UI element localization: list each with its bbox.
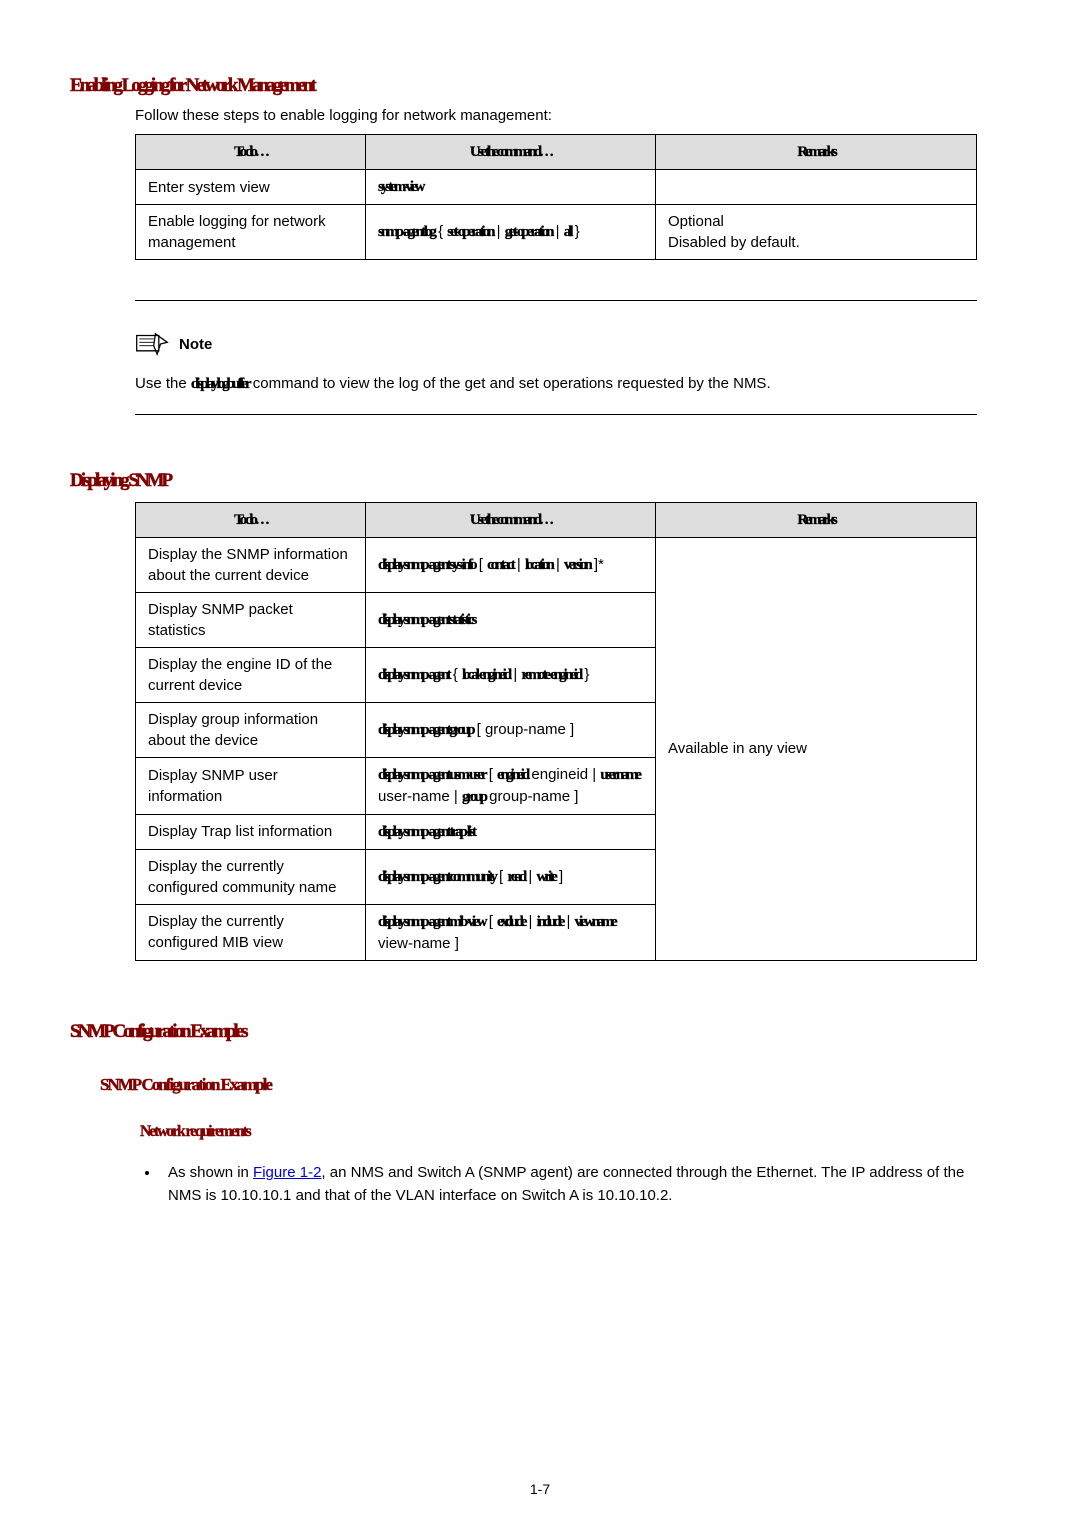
th-todo: To do… xyxy=(136,502,366,537)
table-row: Display the SNMP information about the c… xyxy=(136,537,977,592)
cell-command: display snmp-agent group [ group-name ] xyxy=(366,702,656,757)
th-remarks: Remarks xyxy=(656,135,977,170)
table-row: Enter system view system-view xyxy=(136,170,977,205)
cell-remarks: Available in any view xyxy=(656,537,977,960)
figure-link[interactable]: Figure 1-2 xyxy=(253,1164,321,1181)
cell-command: display snmp-agent usm-user [ engineid e… xyxy=(366,757,656,814)
intro-text: Follow these steps to enable logging for… xyxy=(135,107,985,124)
requirements-list: As shown in Figure 1-2, an NMS and Switc… xyxy=(160,1161,985,1208)
cell-todo: Display SNMP packet statistics xyxy=(136,592,366,647)
logging-table: To do… Use the command… Remarks Enter sy… xyxy=(135,134,977,260)
list-item: As shown in Figure 1-2, an NMS and Switc… xyxy=(160,1161,985,1208)
cell-todo: Display group information about the devi… xyxy=(136,702,366,757)
note-text: Use the display logbuffer command to vie… xyxy=(135,373,985,396)
cell-command: display snmp-agent community [ read | wr… xyxy=(366,849,656,904)
note-icon xyxy=(135,331,169,357)
section-heading-displaying: Displaying SNMP xyxy=(70,470,985,492)
cell-todo: Display Trap list information xyxy=(136,814,366,849)
note-label: Note xyxy=(179,336,212,353)
th-todo: To do… xyxy=(136,135,366,170)
cell-todo: Display SNMP user information xyxy=(136,757,366,814)
section-heading-logging: Enabling Logging for Network Management xyxy=(70,75,985,97)
cell-remarks xyxy=(656,170,977,205)
table-header-row: To do… Use the command… Remarks xyxy=(136,135,977,170)
cell-command: display snmp-agent mib-view [ exclude | … xyxy=(366,904,656,960)
subheading-network-req: Network requirements xyxy=(140,1123,250,1140)
cell-command: display snmp-agent statistics xyxy=(366,592,656,647)
cell-command: display snmp-agent { local-engineid | re… xyxy=(366,647,656,702)
cell-command: display snmp-agent trap-list xyxy=(366,814,656,849)
page-number: 1-7 xyxy=(0,1481,1080,1497)
th-command: Use the command… xyxy=(366,135,656,170)
section-heading-examples: SNMP Configuration Examples xyxy=(70,1021,985,1043)
subsection-heading-example: SNMP Configuration Example xyxy=(100,1075,271,1094)
cell-command: snmp-agent log { set-operation | get-ope… xyxy=(366,205,656,260)
cell-todo: Enable logging for network management xyxy=(136,205,366,260)
cell-todo: Display the currently configured MIB vie… xyxy=(136,904,366,960)
table-row: Enable logging for network management sn… xyxy=(136,205,977,260)
th-command: Use the command… xyxy=(366,502,656,537)
cell-command: system-view xyxy=(366,170,656,205)
th-remarks: Remarks xyxy=(656,502,977,537)
cell-remarks: Optional Disabled by default. xyxy=(656,205,977,260)
cell-command: display snmp-agent sys-info [ contact | … xyxy=(366,537,656,592)
cell-todo: Display the currently configured communi… xyxy=(136,849,366,904)
display-table: To do… Use the command… Remarks Display … xyxy=(135,502,977,961)
cell-todo: Display the SNMP information about the c… xyxy=(136,537,366,592)
note-block: Note Use the display logbuffer command t… xyxy=(135,331,985,396)
table-header-row: To do… Use the command… Remarks xyxy=(136,502,977,537)
cell-todo: Enter system view xyxy=(136,170,366,205)
cell-todo: Display the engine ID of the current dev… xyxy=(136,647,366,702)
